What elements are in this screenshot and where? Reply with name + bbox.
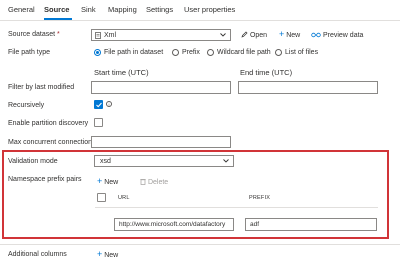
add-column-button[interactable]: + New — [97, 249, 118, 260]
new-dataset-button[interactable]: + New — [279, 29, 300, 40]
tab-mapping[interactable]: Mapping — [108, 5, 137, 14]
radio-label-prefix: Prefix — [182, 49, 200, 56]
add-namespace-button[interactable]: + New — [97, 176, 118, 187]
tab-settings[interactable]: Settings — [146, 5, 173, 14]
source-dataset-value: Xml — [104, 31, 117, 39]
max-connections-label: Max concurrent connections — [8, 139, 96, 146]
plus-icon: + — [279, 29, 285, 39]
validation-mode-select[interactable]: xsd — [94, 155, 234, 167]
radio-file-path-in-dataset[interactable] — [94, 49, 101, 56]
preview-data-button[interactable]: Preview data — [311, 31, 363, 39]
additional-columns-label: Additional columns — [8, 251, 67, 258]
table-divider — [95, 207, 378, 208]
file-path-type-label: File path type — [8, 49, 51, 56]
validation-mode-value: xsd — [100, 157, 111, 165]
tab-source[interactable]: Source — [44, 5, 69, 14]
checkmark-icon — [96, 102, 102, 108]
info-icon[interactable]: i — [106, 101, 112, 107]
recursively-label: Recursively — [8, 102, 45, 109]
url-column-header: URL — [118, 195, 130, 201]
start-time-label: Start time (UTC) — [94, 68, 149, 77]
dataset-icon — [95, 32, 101, 39]
open-dataset-button[interactable]: Open — [241, 31, 267, 39]
radio-label-file-path-in-dataset: File path in dataset — [104, 49, 164, 56]
radio-label-list-of-files: List of files — [285, 49, 319, 56]
tab-user-properties[interactable]: User properties — [184, 5, 235, 14]
radio-wildcard-file-path[interactable] — [207, 49, 214, 56]
end-time-label: End time (UTC) — [240, 68, 293, 77]
namespace-prefix-pairs-label: Namespace prefix pairs — [8, 176, 82, 183]
radio-list-of-files[interactable] — [275, 49, 282, 56]
active-tab-indicator — [44, 18, 72, 20]
partition-discovery-label: Enable partition discovery — [8, 120, 89, 127]
namespace-prefix-input[interactable]: adf — [245, 218, 377, 231]
plus-icon: + — [97, 249, 103, 259]
filter-last-modified-label: Filter by last modified — [8, 84, 75, 91]
start-time-input[interactable] — [91, 81, 231, 94]
source-dataset-label: Source dataset * — [8, 31, 60, 38]
recursively-checkbox[interactable] — [94, 100, 103, 109]
delete-namespace-button[interactable]: Delete — [140, 178, 168, 186]
edit-icon — [241, 31, 248, 38]
chevron-down-icon — [223, 159, 229, 163]
plus-icon: + — [97, 176, 103, 186]
select-all-namespaces-checkbox[interactable] — [97, 193, 106, 202]
source-dataset-select[interactable]: Xml — [91, 29, 231, 41]
validation-mode-label: Validation mode — [8, 158, 58, 165]
chevron-down-icon — [220, 33, 226, 37]
trash-icon — [140, 179, 146, 185]
radio-prefix[interactable] — [172, 49, 179, 56]
radio-label-wildcard-file-path: Wildcard file path — [217, 49, 271, 56]
tab-bar: General Source Sink Mapping Settings Use… — [0, 0, 400, 21]
prefix-column-header: PREFIX — [249, 195, 271, 201]
max-connections-input[interactable] — [91, 136, 231, 148]
namespace-url-input[interactable]: http://www.microsoft.com/datafactory — [114, 218, 234, 231]
tab-sink[interactable]: Sink — [81, 5, 96, 14]
section-divider — [0, 244, 400, 245]
end-time-input[interactable] — [238, 81, 378, 94]
glasses-icon — [311, 32, 321, 38]
partition-discovery-checkbox[interactable] — [94, 118, 103, 127]
tab-general[interactable]: General — [8, 5, 35, 14]
